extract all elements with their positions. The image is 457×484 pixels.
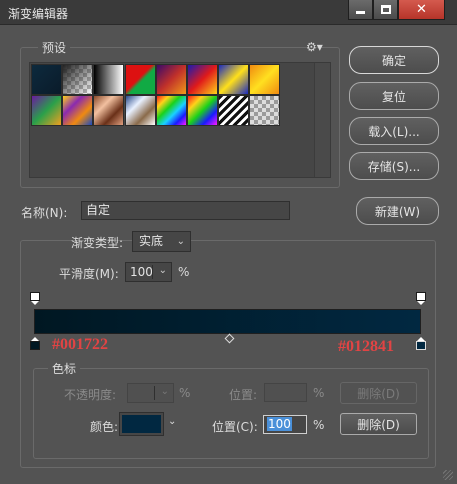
preset-swatch-foreground-to-background[interactable] (31, 64, 62, 95)
save-button[interactable]: 存储(S)... (349, 152, 439, 180)
opacity-stop-swatch (416, 292, 426, 301)
reset-button[interactable]: 复位 (349, 82, 439, 110)
maximize-button[interactable] (373, 0, 398, 20)
smoothness-unit: % (178, 265, 190, 279)
minimize-button[interactable] (348, 0, 373, 20)
title-bar: 渐变编辑器 ✕ (0, 0, 457, 25)
maximize-icon (380, 5, 391, 14)
preset-swatch-yellow-violet-orange-blue[interactable] (62, 95, 94, 127)
close-icon: ✕ (416, 2, 427, 17)
opacity-location-unit: % (313, 386, 325, 400)
opacity-label: 不透明度: (64, 388, 117, 402)
opacity-location-label: 位置: (229, 388, 258, 402)
load-button[interactable]: 载入(L)... (349, 117, 439, 145)
stops-legend: 色标 (48, 360, 81, 377)
preset-swatch-blue-red-yellow[interactable] (187, 64, 218, 95)
chevron-down-icon: ⌄ (160, 386, 169, 397)
gradient-type-dropdown[interactable]: 实底 ⌄ (132, 231, 191, 252)
minimize-icon (356, 11, 365, 14)
color-stop-swatch (30, 341, 40, 350)
smoothness-field[interactable]: 100 ⌄ (125, 262, 172, 282)
preset-swatch-spectrum[interactable] (155, 95, 187, 127)
color-location-value: 100 (267, 417, 292, 431)
chevron-down-icon: ⌄ (158, 265, 167, 276)
preset-swatch-neutral-density[interactable] (249, 95, 281, 127)
chevron-down-icon: ⌄ (176, 236, 185, 247)
color-stop-left[interactable] (30, 337, 40, 350)
presets-legend: 预设 (38, 39, 71, 56)
preset-list[interactable] (29, 62, 331, 178)
opacity-delete-button[interactable]: 删除(D) (340, 382, 417, 404)
preset-swatch-orange-yellow-orange[interactable] (249, 64, 281, 95)
resize-grip[interactable] (443, 470, 453, 480)
opacity-stop-swatch (30, 292, 40, 301)
stop-color-fill (122, 415, 161, 433)
preset-swatch-violet-orange[interactable] (155, 64, 187, 95)
opacity-stop-pointer (31, 301, 39, 305)
preset-swatch-violet-green-orange[interactable] (31, 95, 62, 127)
preset-swatch-chrome[interactable] (124, 95, 156, 127)
name-label: 名称(N): (21, 206, 68, 220)
opacity-stop-left[interactable] (30, 292, 40, 305)
gear-icon[interactable]: ⚙▾ (306, 40, 323, 54)
smoothness-label: 平滑度(M): (59, 267, 119, 281)
window-title: 渐变编辑器 (8, 7, 69, 21)
combo-separator (154, 386, 155, 400)
preset-swatch-transparent-rainbow[interactable] (187, 95, 218, 127)
opacity-location-input[interactable] (264, 383, 307, 402)
opacity-unit: % (179, 386, 191, 400)
ok-button[interactable]: 确定 (349, 46, 439, 74)
opacity-stop-right[interactable] (416, 292, 426, 305)
preset-swatch-red-green[interactable] (124, 64, 156, 95)
color-location-unit: % (313, 418, 325, 432)
color-location-input[interactable]: 100 (263, 415, 307, 434)
color-delete-button[interactable]: 删除(D) (340, 413, 417, 435)
left-color-annotation: #001722 (52, 336, 108, 353)
preset-swatch-foreground-to-transparent[interactable] (62, 64, 94, 95)
chevron-down-icon[interactable]: ⌄ (168, 416, 176, 427)
preset-scrollbar[interactable] (314, 63, 330, 177)
gradient-type-value: 实底 (139, 234, 164, 248)
stop-color-swatch[interactable] (119, 412, 164, 436)
right-color-annotation: #012841 (338, 338, 394, 355)
color-stop-right[interactable] (416, 337, 426, 350)
combo-separator (152, 265, 153, 279)
gradient-preview-bar[interactable] (34, 309, 421, 334)
close-button[interactable]: ✕ (398, 0, 445, 20)
opacity-stop-pointer (417, 301, 425, 305)
opacity-field[interactable]: ⌄ (127, 383, 174, 403)
name-input[interactable]: 自定 (81, 201, 290, 220)
preset-swatch-transparent-stripes[interactable] (218, 95, 250, 127)
smoothness-value: 100 (130, 265, 153, 279)
color-stop-swatch (416, 341, 426, 350)
preset-swatch-black-white[interactable] (93, 64, 125, 95)
preset-swatch-blue-yellow-blue[interactable] (218, 64, 250, 95)
gradient-type-label: 渐变类型: (71, 236, 124, 250)
color-label: 颜色: (90, 420, 119, 434)
new-button[interactable]: 新建(W) (356, 197, 439, 225)
color-location-label: 位置(C): (212, 420, 258, 434)
preset-swatch-copper[interactable] (93, 95, 125, 127)
